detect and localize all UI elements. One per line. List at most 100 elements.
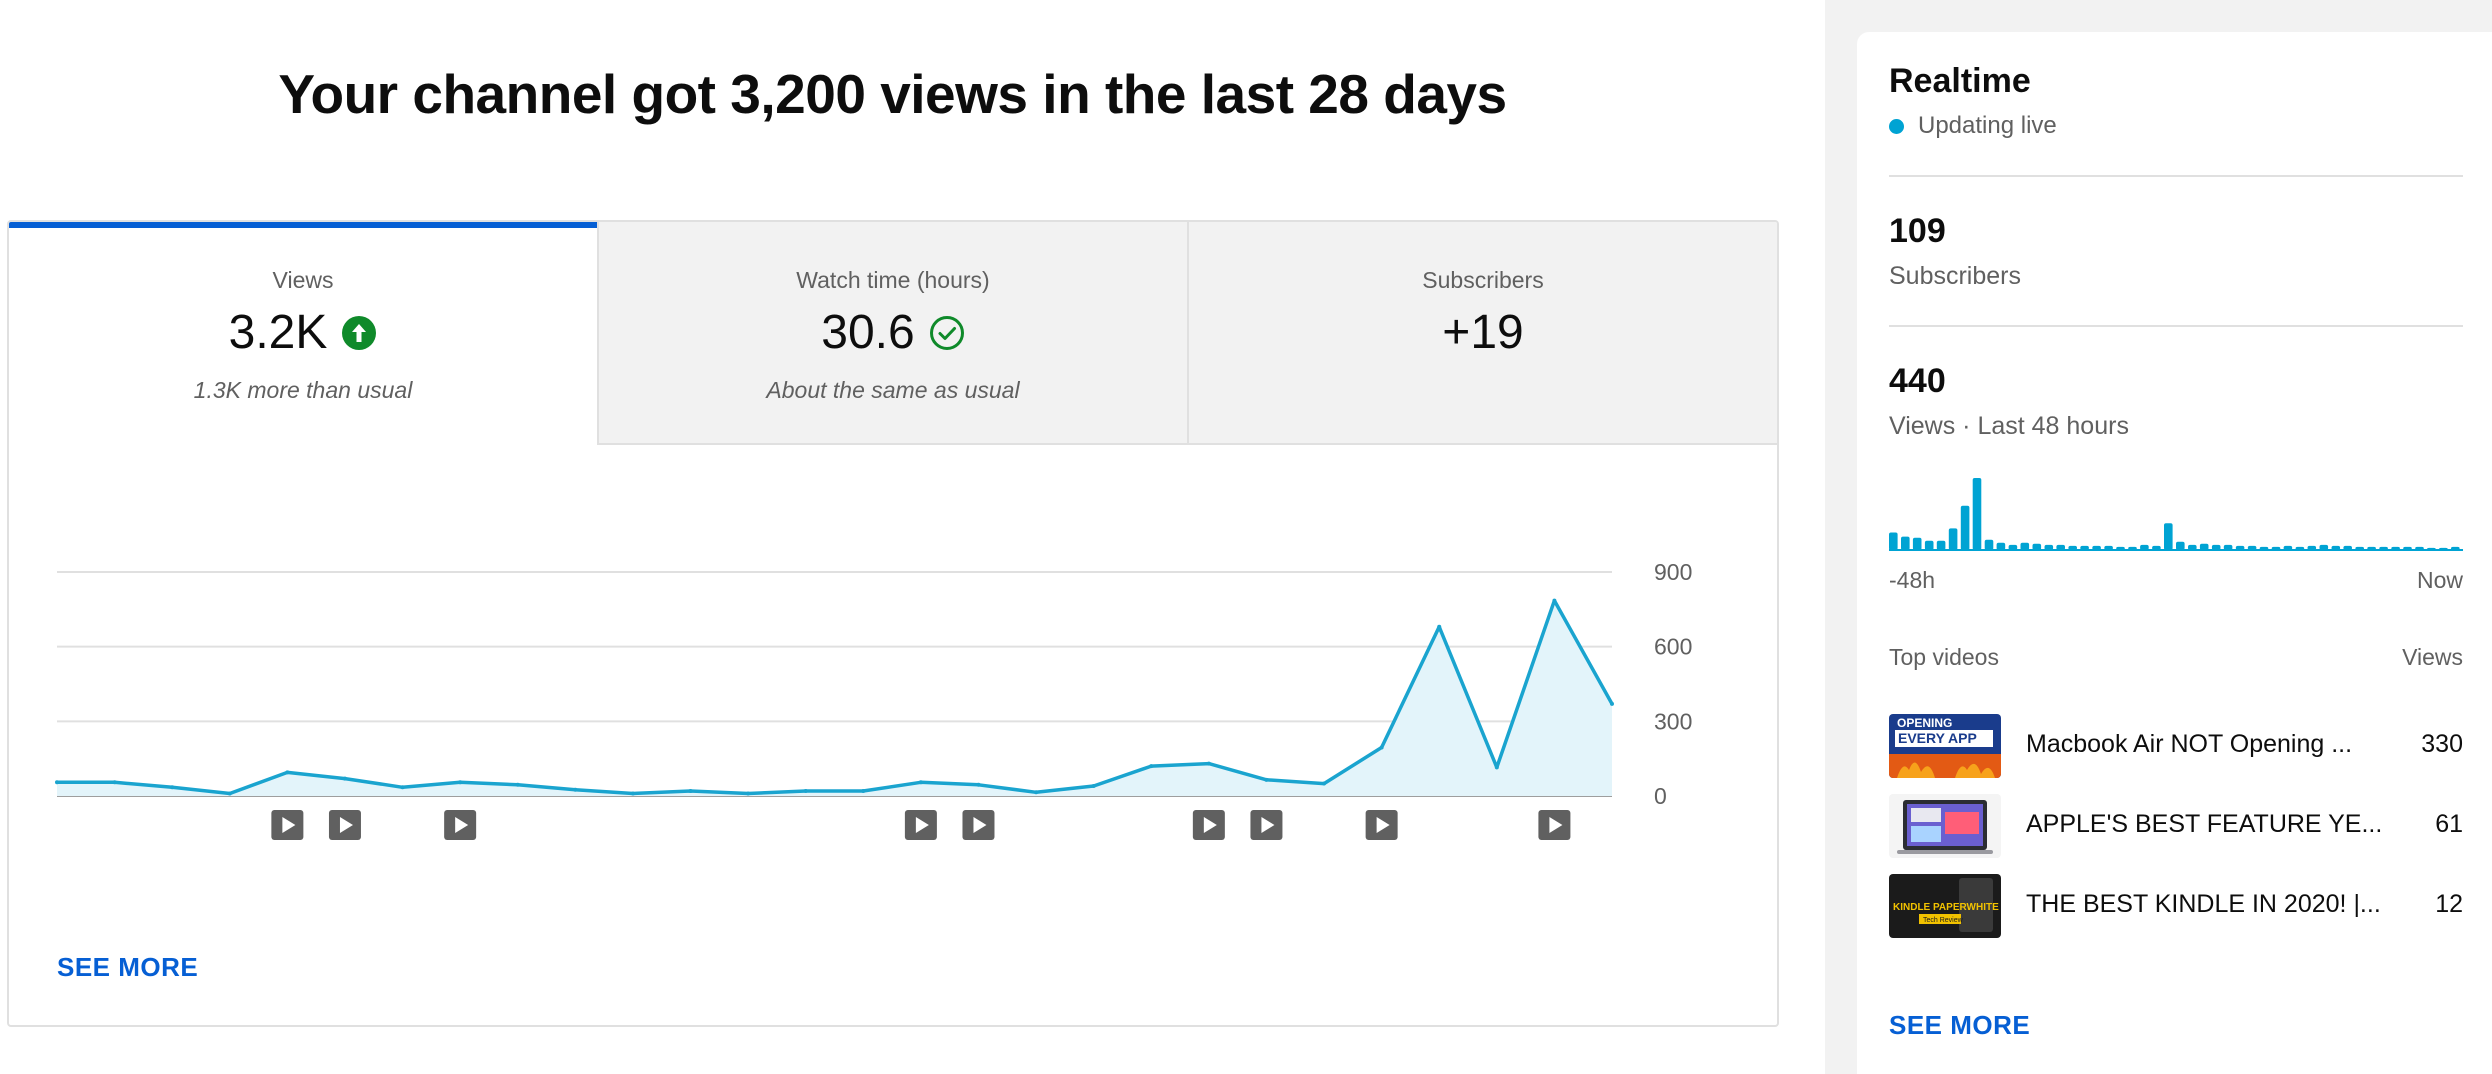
tab-subscribers[interactable]: Subscribers +19 <box>1187 222 1777 445</box>
hourly-bar[interactable] <box>2427 547 2436 550</box>
hourly-bar[interactable] <box>2235 545 2245 550</box>
hourly-bar[interactable] <box>2271 546 2281 550</box>
views-48h-label: Views · Last 48 hours <box>1889 412 2129 440</box>
hourly-bar[interactable] <box>2152 545 2161 550</box>
video-marker-icon[interactable] <box>1250 810 1283 840</box>
hourly-bar[interactable] <box>1912 537 1922 550</box>
video-marker-icon[interactable] <box>1192 810 1225 840</box>
hourly-bar[interactable] <box>2020 542 2030 550</box>
y-tick-label: 300 <box>1654 708 1692 734</box>
data-point <box>630 791 635 796</box>
hourly-bar[interactable] <box>2164 523 2173 550</box>
hourly-bar[interactable] <box>2283 545 2293 550</box>
tab-views[interactable]: Views 3.2K 1.3K more than usual <box>9 222 597 445</box>
video-title: APPLE'S BEST FEATURE YE... <box>2026 810 2383 838</box>
top-video-row[interactable]: KINDLE PAPERWHITE 4 Tech Review THE BEST… <box>1889 874 2463 940</box>
hourly-bar[interactable] <box>2343 545 2352 550</box>
data-point <box>976 782 981 787</box>
hourly-bar[interactable] <box>2223 544 2233 550</box>
video-thumbnail: KINDLE PAPERWHITE 4 Tech Review <box>1889 874 2001 938</box>
tab-watch-time-note: About the same as usual <box>766 377 1020 403</box>
hourly-bar[interactable] <box>2068 545 2077 550</box>
hourly-bar[interactable] <box>2295 546 2305 550</box>
video-marker-icon[interactable] <box>962 810 995 840</box>
video-marker-icon[interactable] <box>904 810 937 840</box>
y-tick-label: 0 <box>1654 783 1667 809</box>
hourly-bar[interactable] <box>1996 542 2006 550</box>
data-point <box>285 770 290 775</box>
thumb-text-1: KINDLE PAPERWHITE 4 <box>1893 902 2001 913</box>
data-point <box>1552 598 1557 603</box>
data-point <box>515 782 520 787</box>
y-tick-label: 600 <box>1654 634 1692 660</box>
hourly-bar[interactable] <box>2008 544 2018 550</box>
hourly-bar[interactable] <box>2415 546 2424 550</box>
thumb-text-2: EVERY APP <box>1898 730 1977 746</box>
hourly-bar[interactable] <box>1889 532 1898 551</box>
hourly-bar[interactable] <box>2259 546 2269 550</box>
hourly-bar[interactable] <box>2104 545 2113 550</box>
tab-watch-time[interactable]: Watch time (hours) 30.6 About the same a… <box>597 222 1187 445</box>
data-point <box>803 789 808 794</box>
data-point <box>1494 765 1499 770</box>
hourly-bar[interactable] <box>2188 544 2197 550</box>
video-views: 61 <box>2435 810 2463 838</box>
hourly-bar[interactable] <box>2403 546 2412 550</box>
hourly-bar[interactable] <box>2140 544 2149 550</box>
hourly-bar[interactable] <box>2092 545 2101 550</box>
data-point <box>112 780 117 785</box>
hourly-bar[interactable] <box>2176 541 2185 550</box>
hourly-bar[interactable] <box>2080 545 2089 550</box>
hourly-bar[interactable] <box>1960 505 1970 550</box>
data-point <box>1206 761 1211 766</box>
hourly-bar[interactable] <box>2379 546 2388 550</box>
top-video-row[interactable]: OPENING EVERY APP Macbook Air NOT Openin… <box>1889 714 2463 780</box>
page-headline: Your channel got 3,200 views in the last… <box>278 63 1507 125</box>
hourly-bar[interactable] <box>2211 544 2221 550</box>
hourly-bar[interactable] <box>2247 545 2257 550</box>
data-point <box>342 776 347 781</box>
hourly-bar[interactable] <box>2355 546 2364 550</box>
subscribers-label: Subscribers <box>1889 262 2021 290</box>
video-marker-icon[interactable] <box>1538 810 1571 840</box>
hourly-bar[interactable] <box>2044 544 2054 550</box>
hourly-bar[interactable] <box>1924 540 1934 550</box>
data-point <box>458 780 463 785</box>
views-area <box>57 600 1612 796</box>
video-thumbnail <box>1889 794 2001 858</box>
tab-watch-time-value-row: 30.6 <box>599 305 1187 360</box>
tab-watch-time-value: 30.6 <box>821 306 915 359</box>
video-marker-icon[interactable] <box>444 810 477 840</box>
video-marker-icon[interactable] <box>1365 810 1398 840</box>
hourly-bar[interactable] <box>2307 545 2317 550</box>
hourly-bar[interactable] <box>1984 539 1994 550</box>
hourly-bar[interactable] <box>2056 544 2065 550</box>
hourly-bar[interactable] <box>2116 546 2125 550</box>
hourly-bar[interactable] <box>2367 546 2376 550</box>
realtime-see-more-button[interactable]: SEE MORE <box>1889 1010 2030 1041</box>
tab-views-value-row: 3.2K <box>9 305 597 360</box>
hourly-bar[interactable] <box>2128 546 2137 550</box>
hourly-bar[interactable] <box>2319 544 2329 550</box>
hourly-bar[interactable] <box>2439 547 2448 550</box>
hourly-bar[interactable] <box>1972 478 1982 550</box>
data-point <box>688 789 693 794</box>
video-marker-icon[interactable] <box>328 810 361 840</box>
hourly-bar[interactable] <box>2331 545 2341 550</box>
hourly-bar[interactable] <box>2391 546 2400 550</box>
top-video-row[interactable]: APPLE'S BEST FEATURE YE... 61 <box>1889 794 2463 860</box>
see-more-button[interactable]: SEE MORE <box>57 952 198 983</box>
tab-subscribers-value-row: +19 <box>1189 305 1777 360</box>
data-point <box>1149 764 1154 769</box>
hourly-bar[interactable] <box>2032 543 2042 550</box>
y-tick-label: 900 <box>1654 559 1692 585</box>
data-point <box>55 780 59 785</box>
hourly-bar[interactable] <box>1936 540 1946 550</box>
hourly-bar[interactable] <box>1901 536 1910 550</box>
check-circle-icon <box>929 315 964 350</box>
video-marker-icon[interactable] <box>271 810 304 840</box>
hourly-bar[interactable] <box>2451 546 2460 550</box>
hourly-bar[interactable] <box>1948 528 1958 550</box>
hourly-bar[interactable] <box>2199 543 2209 550</box>
data-point <box>1610 701 1614 706</box>
